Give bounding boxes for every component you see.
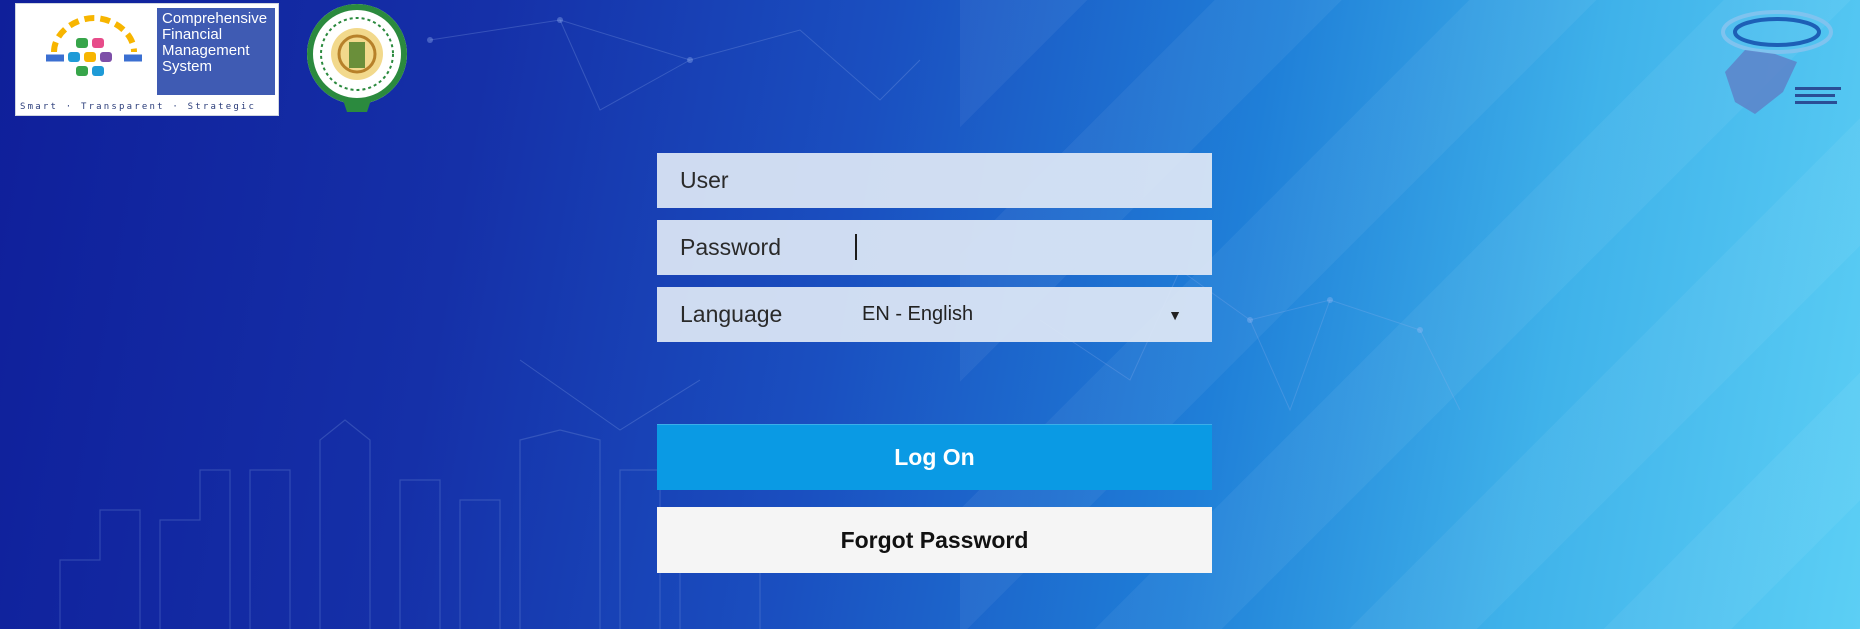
text-cursor: [855, 234, 857, 260]
password-field[interactable]: Password: [657, 220, 1212, 275]
chevron-down-icon: ▼: [1168, 306, 1182, 323]
cfms-logo: Comprehensive Financial Management Syste…: [15, 3, 279, 116]
cfms-title-line-3: Management: [162, 42, 250, 59]
user-label: User: [680, 167, 729, 193]
language-selected-value: EN - English: [862, 303, 974, 325]
cfms-logo-title: Comprehensive Financial Management Syste…: [157, 8, 275, 95]
login-form: User Password Language EN - English ▼ Lo…: [657, 153, 1212, 590]
log-on-button[interactable]: Log On: [657, 424, 1212, 490]
cfms-logo-icon: [46, 14, 142, 76]
cfms-title-line-2: Financial: [162, 26, 223, 43]
user-field[interactable]: User: [657, 153, 1212, 208]
language-label: Language: [680, 301, 783, 327]
language-select[interactable]: Language EN - English ▼: [657, 287, 1212, 342]
cfms-logo-tagline: Smart · Transparent · Strategic: [20, 102, 257, 112]
apcfss-logo-icon: [1721, 10, 1841, 114]
password-label: Password: [680, 234, 781, 260]
government-seal-icon: [307, 4, 407, 112]
forgot-password-button[interactable]: Forgot Password: [657, 507, 1212, 573]
cfms-title-line-1: Comprehensive: [162, 10, 268, 27]
cfms-title-line-4: System: [162, 58, 213, 75]
